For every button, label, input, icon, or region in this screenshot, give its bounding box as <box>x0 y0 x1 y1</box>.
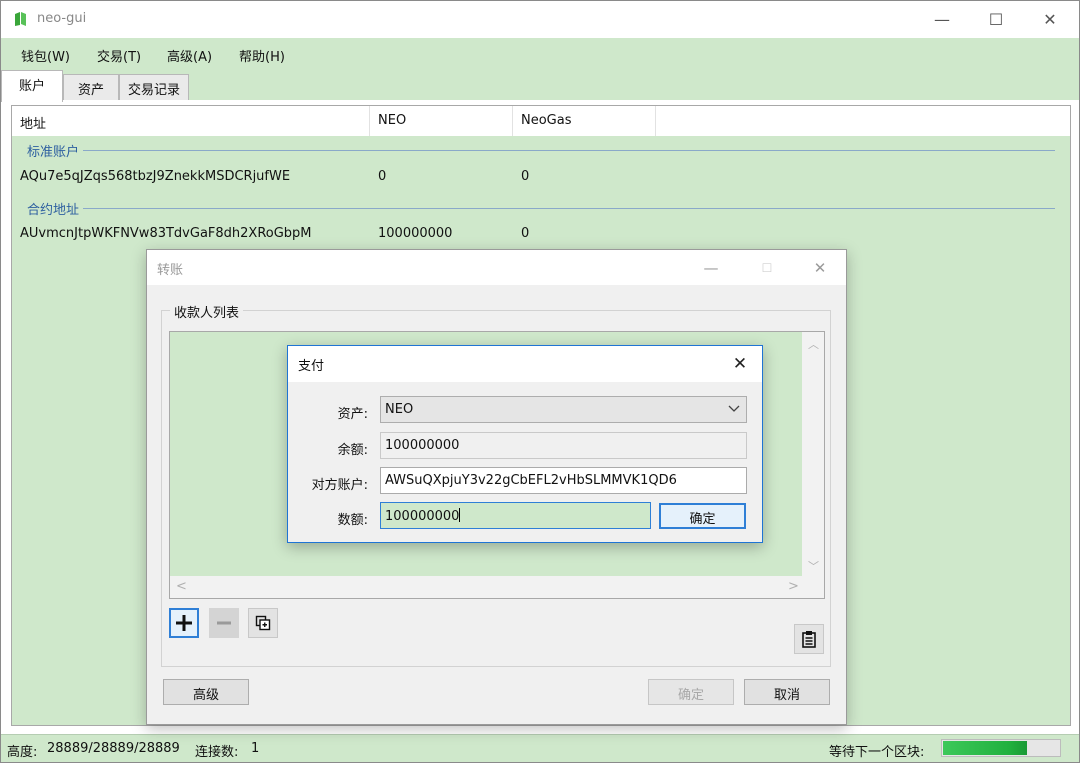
app-title: neo-gui <box>37 11 87 26</box>
menu-transaction[interactable]: 交易(T) <box>97 46 141 65</box>
connections-label: 连接数: <box>195 745 239 760</box>
vertical-scrollbar[interactable]: ︿ ﹀ <box>802 332 824 577</box>
amount-label: 数额: <box>337 513 368 528</box>
waiting-label: 等待下一个区块: <box>829 745 925 760</box>
payee-address-input[interactable]: AWSuQXpjuY3v22gCbEFL2vHbSLMMVK1QD6 <box>380 467 747 494</box>
group-divider <box>27 208 1055 209</box>
scroll-corner <box>802 576 824 598</box>
group-header: 合约地址 <box>12 199 1070 218</box>
chevron-down-icon <box>728 405 740 412</box>
column-neogas[interactable]: NeoGas <box>513 106 656 136</box>
account-gas: 0 <box>521 169 530 184</box>
text-caret <box>459 508 461 522</box>
add-recipient-button[interactable] <box>169 608 199 638</box>
tab-assets[interactable]: 资产 <box>63 74 119 100</box>
recipients-label: 收款人列表 <box>170 302 244 321</box>
remove-recipient-button[interactable] <box>209 608 239 638</box>
scroll-up-icon[interactable]: ︿ <box>808 336 819 352</box>
account-address[interactable]: AQu7e5qJZqs568tbzJ9ZnekkMSDCRjufWE <box>20 169 290 184</box>
balance-label: 余额: <box>337 443 368 458</box>
menu-wallet[interactable]: 钱包(W) <box>21 46 70 65</box>
block-progress-bar <box>941 739 1061 757</box>
account-address[interactable]: AUvmcnJtpWKFNVw83TdvGaF8dh2XRoGbpM <box>20 226 312 241</box>
account-neo: 100000000 <box>378 226 453 241</box>
pay-title-bar: 支付 ✕ <box>288 346 762 382</box>
maximize-button[interactable]: ☐ <box>971 1 1021 38</box>
height-label: 高度: <box>7 745 38 760</box>
column-neo[interactable]: NEO <box>370 106 513 136</box>
height-value: 28889/28889/28889 <box>47 741 180 756</box>
import-icon <box>255 615 271 631</box>
minimize-button[interactable]: — <box>917 1 967 38</box>
minus-icon <box>217 621 231 625</box>
menu-bar: 钱包(W) 交易(T) 高级(A) 帮助(H) <box>1 38 1079 70</box>
scroll-left-icon[interactable]: < <box>176 579 187 594</box>
cancel-button[interactable]: 取消 <box>744 679 830 705</box>
transfer-maximize-button: ☐ <box>761 260 773 275</box>
account-neo: 0 <box>378 169 387 184</box>
scroll-down-icon[interactable]: ﹀ <box>808 558 819 574</box>
plus-icon <box>176 615 192 631</box>
balance-field: 100000000 <box>380 432 747 459</box>
group-label-contract: 合约地址 <box>27 199 84 218</box>
connections-value: 1 <box>251 741 260 756</box>
payee-label: 对方账户: <box>311 478 368 493</box>
status-bar: 高度: 28889/28889/28889 连接数: 1 等待下一个区块: <box>1 734 1079 762</box>
menu-advanced[interactable]: 高级(A) <box>167 46 212 65</box>
list-header: 地址 NEO NeoGas <box>12 106 1070 136</box>
transfer-ok-button: 确定 <box>648 679 734 705</box>
asset-select-value: NEO <box>385 402 414 417</box>
asset-select[interactable]: NEO <box>380 396 747 423</box>
group-header: 标准账户 <box>12 141 1070 160</box>
amount-input[interactable]: 100000000 <box>380 502 651 529</box>
tab-accounts[interactable]: 账户 <box>1 70 63 102</box>
pay-dialog: 支付 ✕ 资产: NEO 余额: 100000000 对方账户: AWSuQXp… <box>287 345 763 543</box>
advanced-button[interactable]: 高级 <box>163 679 249 705</box>
group-label-standard: 标准账户 <box>27 141 84 160</box>
neo-logo-icon <box>15 12 26 26</box>
transfer-title-bar: 转账 — ☐ ✕ <box>147 250 846 285</box>
account-gas: 0 <box>521 226 530 241</box>
pay-ok-button[interactable]: 确定 <box>659 503 746 529</box>
group-divider <box>27 150 1055 151</box>
block-progress-fill <box>943 741 1027 755</box>
clipboard-icon <box>802 631 816 648</box>
pay-title: 支付 <box>298 359 325 374</box>
pay-close-button[interactable]: ✕ <box>718 346 762 382</box>
tab-transactions[interactable]: 交易记录 <box>119 74 189 100</box>
close-button[interactable]: ✕ <box>1025 1 1075 38</box>
title-bar: neo-gui — ☐ ✕ <box>1 1 1079 38</box>
tab-strip: 账户 资产 交易记录 <box>1 70 1079 102</box>
transfer-title: 转账 <box>157 263 184 278</box>
import-recipients-button[interactable] <box>248 608 278 638</box>
amount-input-value: 100000000 <box>385 509 460 524</box>
transfer-minimize-button[interactable]: — <box>688 250 734 285</box>
menu-help[interactable]: 帮助(H) <box>239 46 285 65</box>
scroll-right-icon[interactable]: > <box>788 579 799 594</box>
horizontal-scrollbar[interactable]: < > <box>170 576 804 598</box>
paste-button[interactable] <box>794 624 824 654</box>
transfer-close-button[interactable]: ✕ <box>797 250 843 285</box>
column-address[interactable]: 地址 <box>12 106 370 136</box>
asset-label: 资产: <box>337 407 368 422</box>
